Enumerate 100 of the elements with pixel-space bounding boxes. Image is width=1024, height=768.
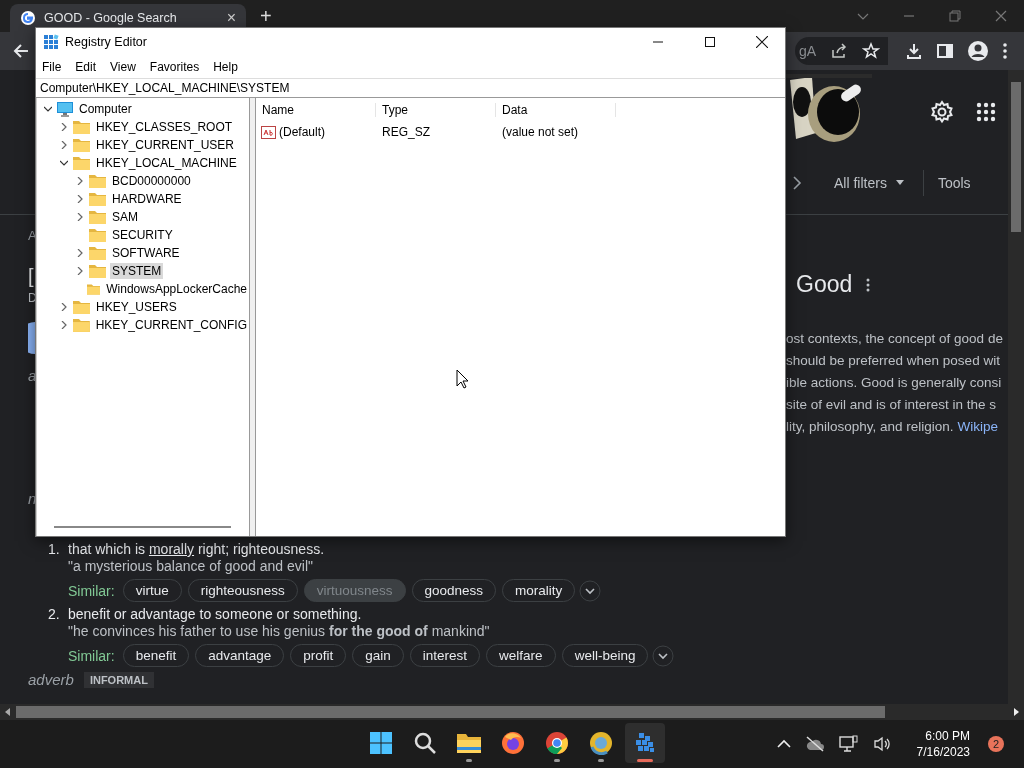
download-icon[interactable] [905,42,923,60]
chevron-right-icon[interactable] [76,213,84,221]
tree-item[interactable]: HKEY_CURRENT_CONFIG [93,317,249,333]
side-panel-icon[interactable] [936,42,954,60]
tree-item[interactable]: HKEY_CLASSES_ROOT [94,119,235,135]
tree-item[interactable]: HARDWARE [110,191,184,207]
word-link[interactable]: morally [148,541,195,557]
registry-editor-icon[interactable] [633,731,657,755]
chevron-right-icon[interactable] [60,123,68,131]
start-icon[interactable] [369,731,393,755]
share-icon[interactable] [830,42,848,60]
registry-editor-icon [43,34,59,50]
chevron-right-icon[interactable] [76,195,84,203]
tools-button[interactable]: Tools [937,175,971,191]
value-type: REG_SZ [381,125,431,139]
avatar-icon [28,322,35,354]
expand-icon[interactable] [652,644,675,667]
wikipedia-link[interactable]: Wikipe [957,419,999,434]
similar-label: Similar: [68,647,115,664]
part-of-speech: adverb [28,671,74,688]
column-header[interactable]: Data [496,103,616,117]
star-icon[interactable] [862,42,880,60]
browser-icon[interactable] [589,731,613,755]
menu-icon[interactable] [1002,42,1008,60]
chevron-right-icon[interactable] [76,249,84,257]
definition-text: that which is morally right; righteousness. [68,541,325,558]
folder-icon [86,282,101,296]
folder-icon [73,300,90,314]
tree-item[interactable]: BCD00000000 [110,173,193,189]
more-options-icon[interactable] [866,277,871,292]
menu-item[interactable]: View [106,60,142,74]
column-header[interactable]: Name [256,103,376,117]
cloud-off-icon[interactable] [804,736,825,752]
address-field[interactable]: Computer\HKEY_LOCAL_MACHINE\SYSTEM [36,78,785,98]
similar-label: Similar: [68,582,115,599]
folder-icon [73,156,90,170]
tab-title: GOOD - Google Search [44,11,178,25]
new-tab-button[interactable]: + [260,5,272,28]
chevron-up-icon[interactable] [776,739,791,749]
menu-item[interactable]: Edit [71,60,103,74]
google-logo-icon [20,10,36,26]
clock-time: 6:00 PM [925,728,970,744]
computer-icon [57,101,73,117]
menu-item[interactable]: Help [209,60,244,74]
tree-item[interactable]: SYSTEM [110,263,164,279]
horizontal-scrollbar[interactable] [54,526,231,528]
folder-icon [89,174,106,188]
value-name: (Default) [279,125,325,139]
folder-icon [73,138,90,152]
chevron-right-icon[interactable] [76,267,84,275]
example-sentence: "a mysterious balance of good and evil" [68,558,313,574]
tree-item[interactable]: SOFTWARE [110,245,182,261]
tree-item[interactable]: Computer [77,101,134,117]
restore-icon[interactable] [948,9,962,23]
expand-icon[interactable] [579,579,602,602]
cut-off-text: [ [28,266,34,286]
menu-item[interactable]: File [38,60,68,74]
apps-grid-icon[interactable] [976,102,996,122]
tree-item[interactable]: HKEY_CURRENT_USER [94,137,237,153]
network-icon[interactable] [838,735,859,753]
browser-icon[interactable] [501,731,525,755]
tree-item[interactable]: WindowsAppLockerCache [104,281,249,297]
usage-badge: INFORMAL [83,671,154,688]
column-header[interactable]: Type [376,103,496,117]
chevron-right-icon[interactable] [76,177,84,185]
tree-item[interactable]: SECURITY [110,227,175,243]
folder-icon [72,318,90,332]
settings-icon[interactable] [930,100,954,124]
menu-item[interactable]: Favorites [145,60,206,74]
close-icon[interactable] [756,36,768,48]
volume-icon[interactable] [872,736,891,752]
description-text: ible actions. Good is generally consi [786,374,1002,392]
horizontal-scrollbar[interactable] [0,704,1024,720]
tree-item[interactable]: HKEY_USERS [94,299,179,315]
notification-badge[interactable]: 2 [988,736,1004,752]
profile-icon[interactable] [967,40,989,62]
search-icon[interactable] [413,731,437,755]
chevron-right-icon[interactable] [59,321,68,329]
folder-icon[interactable] [456,731,482,755]
definition-number: 1. [48,541,61,559]
chevron-down-icon[interactable] [44,105,52,113]
folder-icon [89,192,106,206]
vertical-scrollbar[interactable] [1008,70,1024,704]
chevron-right-icon[interactable] [60,303,68,311]
chrome-icon[interactable] [545,731,569,755]
maximize-icon[interactable] [705,37,715,47]
folder-icon [89,228,106,242]
folder-icon [89,246,106,260]
chevron-down-icon[interactable] [60,159,68,167]
folder-icon [89,210,106,224]
example-sentence: "he convinces his father to use his genius for the good of mankind" [68,623,490,639]
string-value-icon [261,125,276,139]
all-filters-button[interactable]: All filters [834,175,905,191]
address-bar[interactable]: gA [794,37,888,65]
tree-item[interactable]: HKEY_LOCAL_MACHINE [94,155,239,171]
chevron-right-icon[interactable] [792,176,802,190]
chevron-right-icon[interactable] [60,141,68,149]
back-arrow-icon[interactable] [12,42,30,60]
tree-item[interactable]: SAM [110,209,140,225]
tab-close-button[interactable]: × [226,9,236,27]
